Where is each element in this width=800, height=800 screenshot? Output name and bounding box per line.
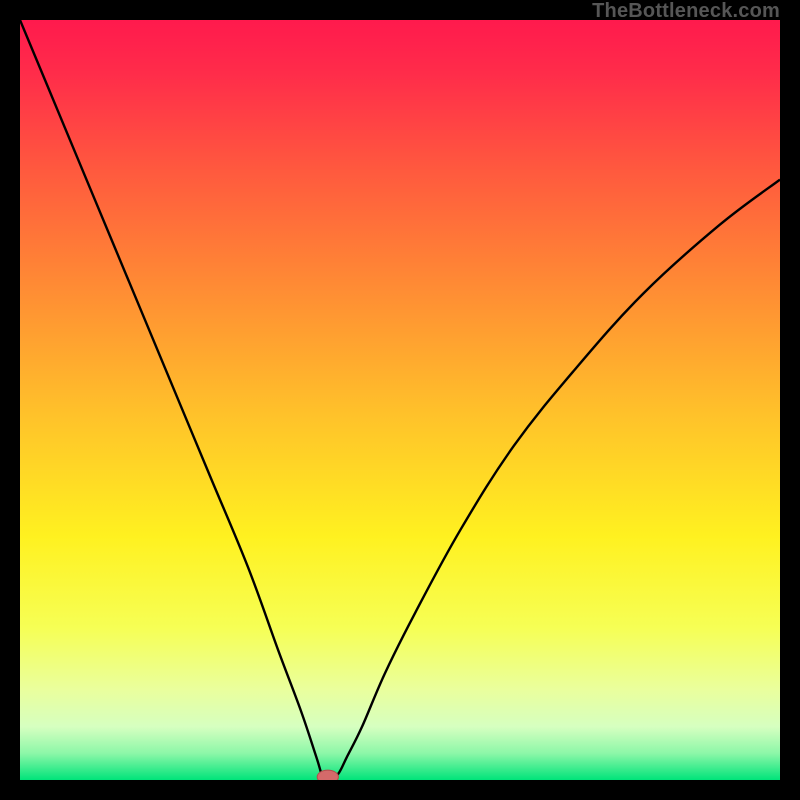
watermark-text: TheBottleneck.com [592, 0, 780, 23]
chart-frame [20, 20, 780, 780]
gradient-background [20, 20, 780, 780]
bottleneck-chart [20, 20, 780, 780]
optimal-point-marker [317, 770, 338, 780]
